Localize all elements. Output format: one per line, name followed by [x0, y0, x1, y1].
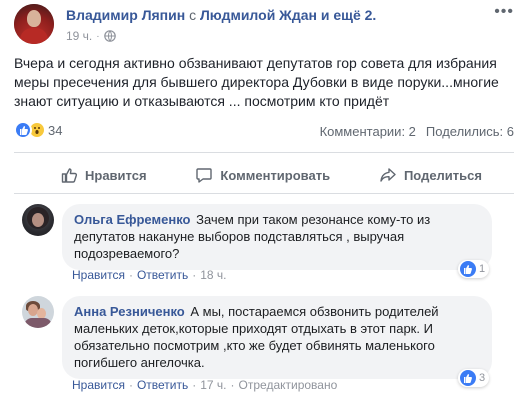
- divider: [14, 193, 514, 194]
- comment-bubble: Ольга Ефременко Зачем при таком резонанс…: [62, 204, 492, 270]
- edited-label[interactable]: Отредактировано: [239, 378, 338, 392]
- comment-reply-link[interactable]: Ответить: [137, 378, 188, 392]
- like-button[interactable]: Нравится: [60, 157, 147, 193]
- comment-item: Ольга Ефременко Зачем при таком резонанс…: [22, 204, 502, 284]
- like-icon: [460, 370, 476, 386]
- tagged-people[interactable]: Людмилой Ждан и ещё 2.: [200, 7, 376, 23]
- with-text: с: [189, 7, 197, 23]
- comment-like-badge[interactable]: 1: [458, 260, 490, 278]
- share-button[interactable]: Поделиться: [379, 157, 482, 193]
- engagement-counts: Комментарии: 2 Поделились: 6: [320, 124, 514, 139]
- post-action-bar: Нравится Комментировать Поделиться: [14, 157, 514, 193]
- comment-time[interactable]: 17 ч.: [200, 378, 226, 392]
- comment-like-count: 1: [479, 263, 486, 275]
- comment-like-link[interactable]: Нравится: [72, 378, 125, 392]
- comments-count[interactable]: Комментарии: 2: [320, 124, 416, 139]
- header-line: Владимир Ляпин с Людмилой Ждан и ещё 2.: [66, 7, 376, 23]
- comment-like-link[interactable]: Нравится: [72, 268, 125, 282]
- comment-bubble: Анна Резниченко А мы, постараемся обзвон…: [62, 296, 492, 379]
- comment-time[interactable]: 18 ч.: [200, 268, 226, 282]
- author-avatar[interactable]: [14, 4, 54, 44]
- thumbs-up-icon: [61, 168, 78, 183]
- reaction-count[interactable]: 34: [48, 123, 62, 138]
- author-name[interactable]: Владимир Ляпин: [66, 7, 185, 23]
- comment-actions: Нравится · Ответить · 17 ч. · Отредактировано: [72, 378, 338, 392]
- comment-reply-link[interactable]: Ответить: [137, 268, 188, 282]
- divider: [14, 152, 514, 153]
- more-horizontal-icon[interactable]: •••: [494, 4, 514, 20]
- like-label: Нравится: [85, 167, 147, 183]
- comment-item: Анна Резниченко А мы, постараемся обзвон…: [22, 296, 502, 396]
- comment-button[interactable]: Комментировать: [195, 157, 330, 193]
- commenter-name[interactable]: Анна Резниченко: [74, 304, 185, 319]
- post-header: Владимир Ляпин с Людмилой Ждан и ещё 2. …: [14, 4, 514, 48]
- share-label: Поделиться: [403, 167, 482, 183]
- shares-count[interactable]: Поделились: 6: [426, 124, 514, 139]
- comment-like-badge[interactable]: 3: [458, 369, 490, 387]
- commenter-name[interactable]: Ольга Ефременко: [74, 212, 190, 227]
- reactions-summary[interactable]: 34: [14, 121, 62, 139]
- comment-icon: [196, 168, 213, 183]
- like-icon: [460, 261, 476, 277]
- commenter-avatar[interactable]: [22, 296, 54, 328]
- comment-label: Комментировать: [220, 167, 331, 183]
- reactions-row: 34 Комментарии: 2 Поделились: 6: [14, 121, 514, 143]
- share-icon: [380, 168, 396, 182]
- comment-like-count: 3: [479, 372, 486, 384]
- commenter-avatar[interactable]: [22, 204, 54, 236]
- post-meta: 19 ч. ·: [66, 29, 116, 43]
- meta-separator: ·: [96, 30, 100, 42]
- post-time[interactable]: 19 ч.: [66, 29, 92, 43]
- comment-actions: Нравится · Ответить · 18 ч.: [72, 268, 227, 282]
- post-text: Вчера и сегодня активно обзванивают депу…: [14, 55, 499, 109]
- globe-icon[interactable]: [103, 30, 116, 42]
- like-icon: [14, 121, 32, 139]
